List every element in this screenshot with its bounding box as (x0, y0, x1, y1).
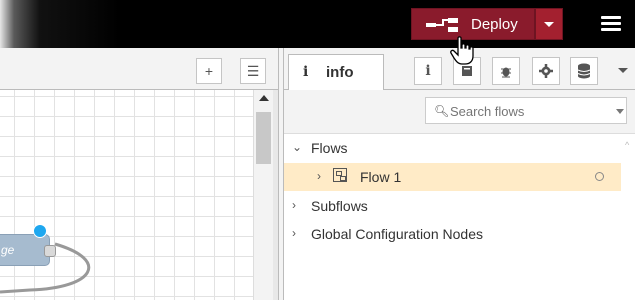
sidebar-scrollbar[interactable]: ^ (621, 134, 635, 300)
caret-down-icon (544, 22, 554, 27)
tree-group-subflows[interactable]: › Subflows (284, 192, 621, 220)
flow-icon (333, 168, 347, 182)
tree-label-flows: Flows (311, 140, 348, 156)
add-flow-button[interactable]: + (196, 58, 222, 84)
main-menu-icon[interactable] (601, 16, 621, 32)
flow-canvas[interactable] (0, 90, 253, 300)
info-tab-icon: i (303, 64, 309, 80)
flow-node[interactable]: ge (0, 234, 50, 266)
tree-group-global-config[interactable]: › Global Configuration Nodes (284, 220, 621, 248)
scroll-thumb[interactable] (256, 112, 271, 164)
tree-group-flows[interactable]: ⌄ Flows (284, 134, 621, 162)
search-icon: 🔍︎ (434, 104, 450, 118)
deploy-icon (426, 18, 458, 32)
info-tab-label: info (326, 64, 354, 81)
workspace-scrollbar[interactable] (253, 90, 273, 300)
database-icon[interactable] (570, 57, 598, 85)
search-input[interactable] (448, 101, 602, 122)
deploy-label: Deploy (471, 16, 518, 33)
search-row: 🔍︎ (284, 90, 635, 134)
info-icon[interactable]: i (414, 57, 442, 85)
scroll-up-icon[interactable]: ^ (625, 140, 629, 150)
workspace: + ☰ ge (0, 48, 278, 300)
chevron-right-icon: › (292, 226, 296, 240)
chevron-right-icon: › (317, 169, 321, 183)
scroll-up-icon[interactable] (259, 95, 269, 101)
tab-info[interactable]: i info (288, 54, 384, 90)
wire (0, 242, 91, 294)
gear-icon[interactable] (532, 57, 560, 85)
node-status-indicator (33, 224, 47, 238)
header-bar: Deploy (0, 0, 635, 48)
list-flows-button[interactable]: ☰ (240, 58, 266, 84)
search-box[interactable]: 🔍︎ (425, 97, 627, 124)
sidebar-menu-caret-icon[interactable] (618, 68, 628, 73)
tree-label-subflows: Subflows (311, 198, 368, 214)
tree-label-global-config: Global Configuration Nodes (311, 226, 483, 242)
bug-icon[interactable] (492, 57, 520, 85)
search-dropdown-icon[interactable] (616, 109, 624, 114)
deploy-menu-button[interactable] (535, 8, 563, 40)
flow-status-icon (595, 172, 604, 181)
tree-label-flow-1: Flow 1 (360, 169, 402, 185)
workspace-toolbar: + ☰ (0, 48, 278, 90)
sidebar: i info i 🔍︎ ⌄ Flows › (284, 48, 635, 300)
node-label: ge (1, 243, 15, 257)
tree-item-flow-1[interactable]: › Flow 1 (284, 163, 621, 191)
node-output-port[interactable] (44, 245, 56, 257)
hand-cursor-icon (450, 36, 474, 65)
chevron-down-icon: ⌄ (292, 140, 303, 154)
chevron-right-icon: › (292, 198, 296, 212)
